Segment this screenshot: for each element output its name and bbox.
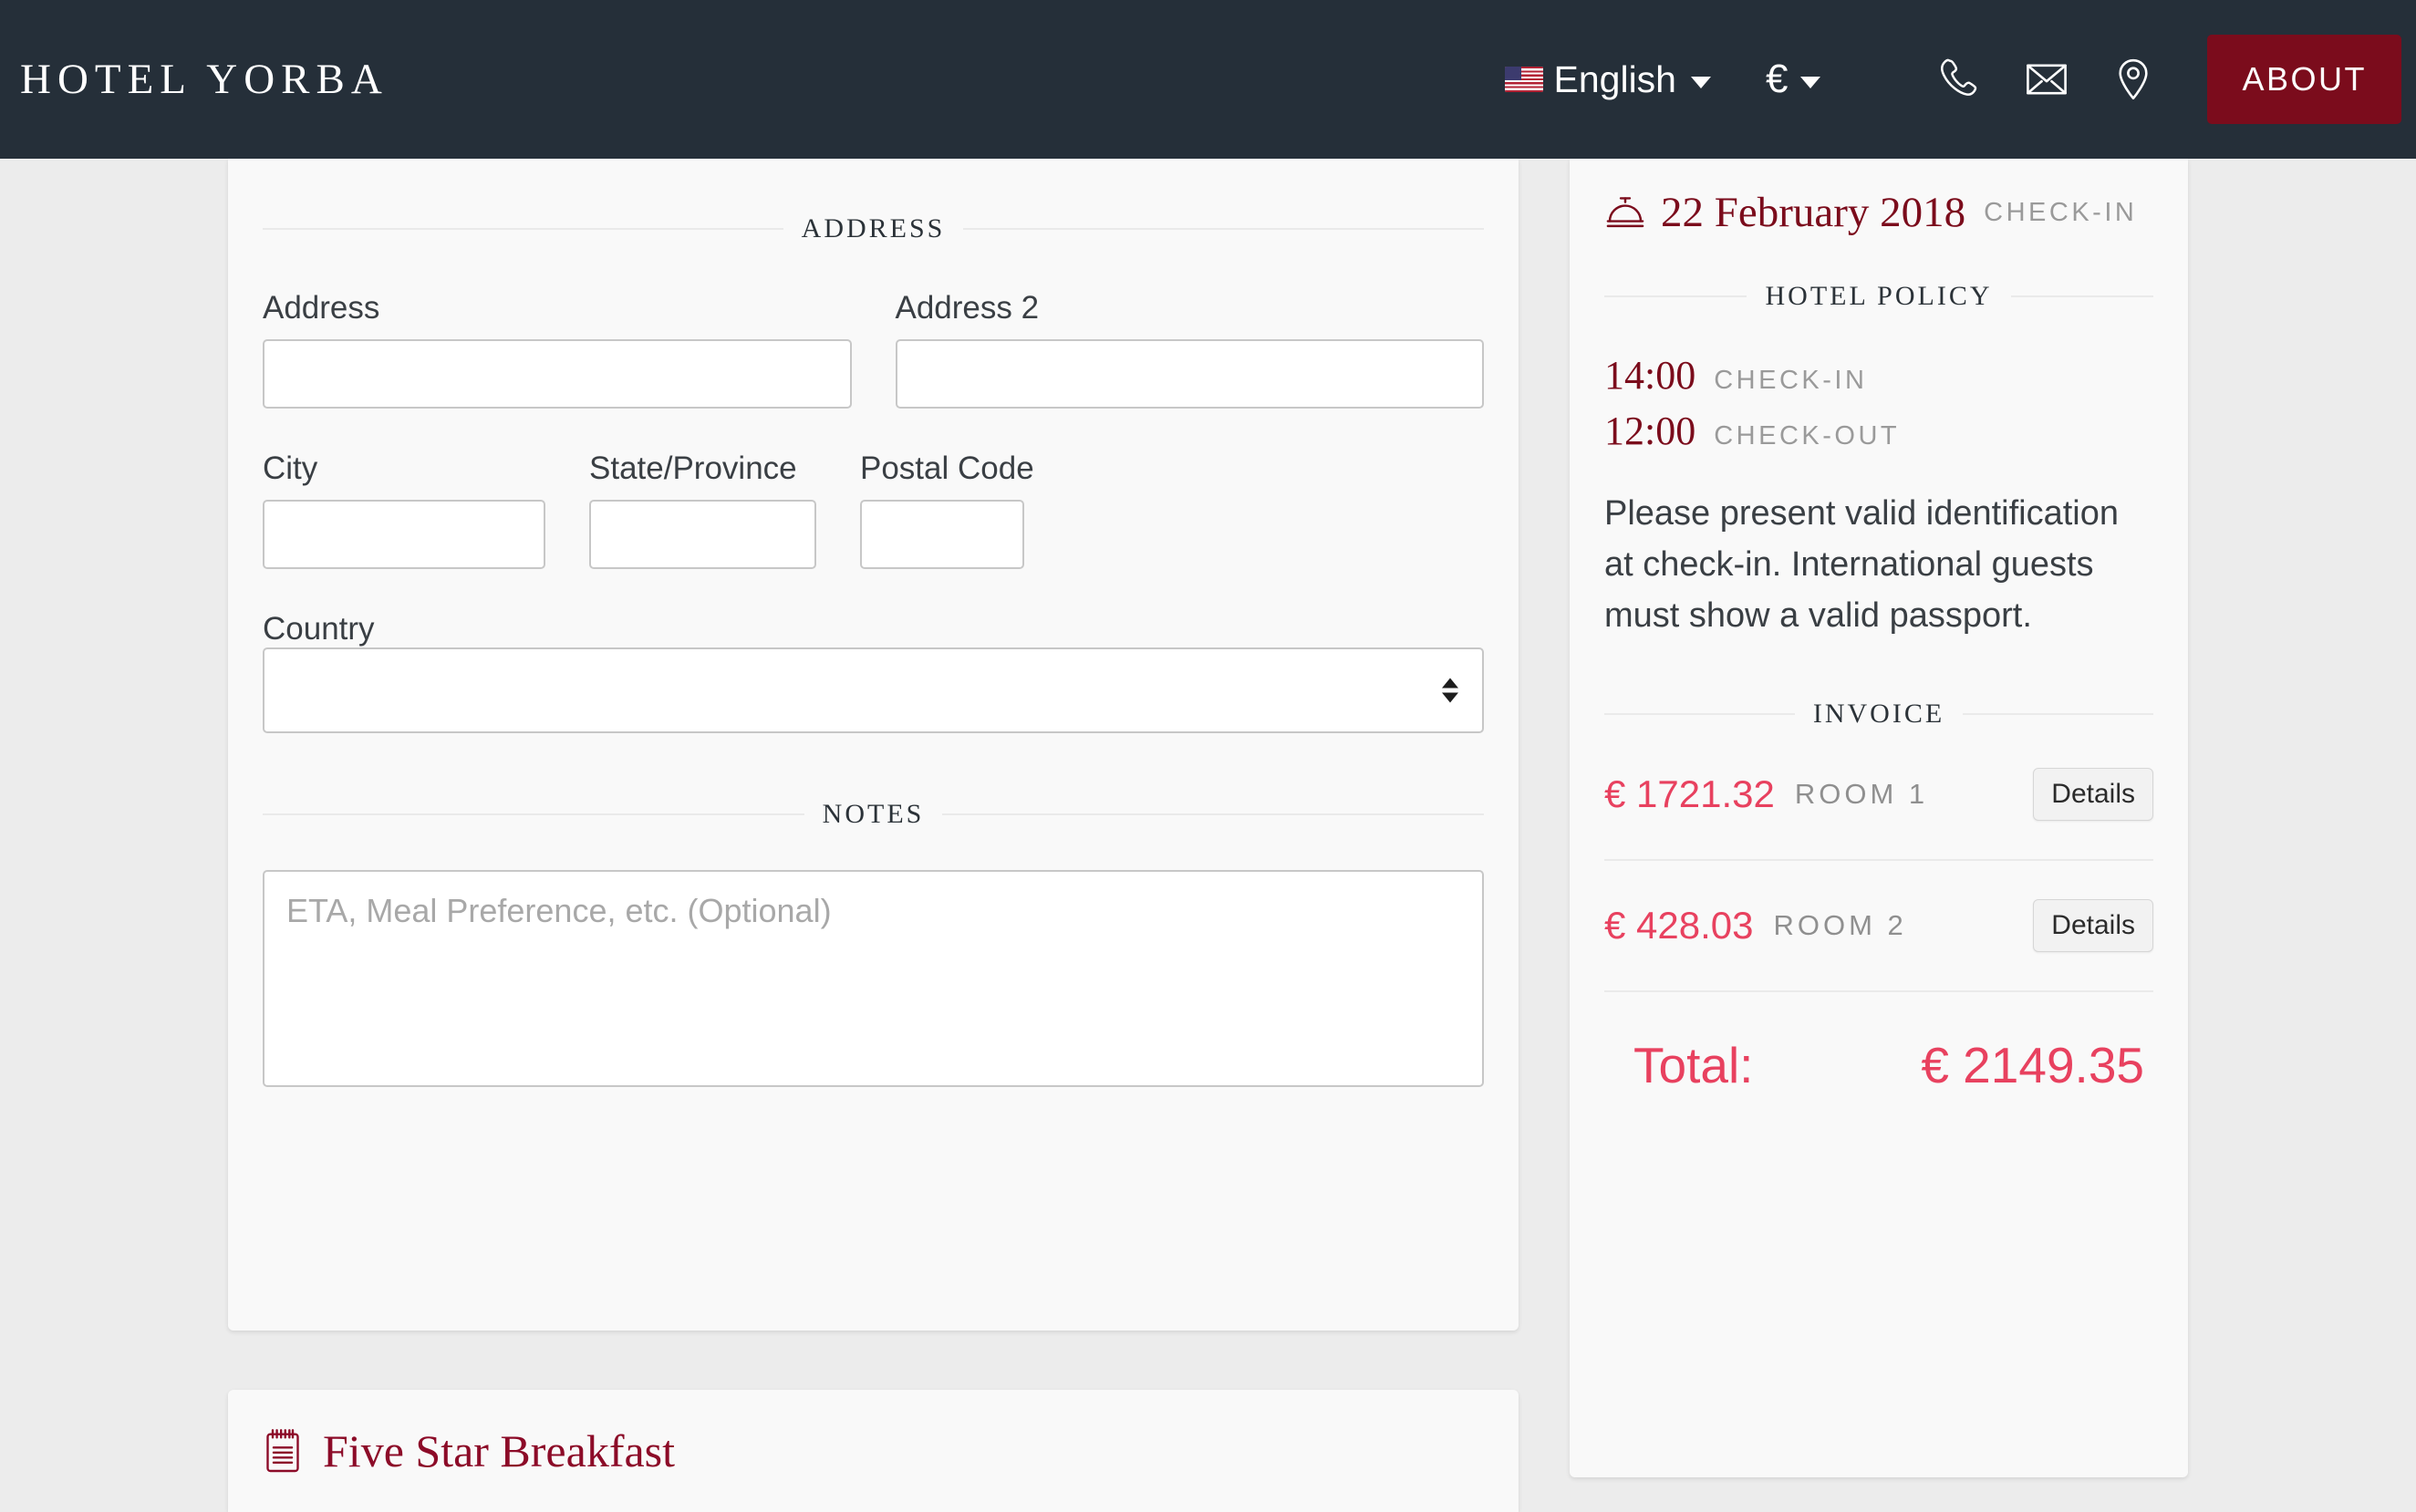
page-body: ADDRESS Address Address 2 City State/Pro… — [0, 159, 2416, 1512]
postal-label: Postal Code — [860, 450, 1034, 486]
state-input[interactable] — [589, 500, 816, 569]
room-2-details-button[interactable]: Details — [2033, 898, 2153, 952]
notes-section-title: NOTES — [822, 799, 925, 829]
left-column: ADDRESS Address Address 2 City State/Pro… — [228, 159, 1519, 1331]
language-selector[interactable]: English — [1504, 57, 1711, 101]
email-link[interactable] — [2003, 56, 2089, 103]
invoice-row: € 428.03 ROOM 2 Details — [1604, 861, 2153, 990]
checkin-date-row: 22 February 2018 CHECK-IN — [1604, 159, 2153, 237]
address2-label: Address 2 — [895, 290, 1040, 326]
invoice-heading: INVOICE — [1604, 699, 2153, 730]
hotel-policy-title: HOTEL POLICY — [1765, 281, 1993, 311]
postal-code-input[interactable] — [860, 500, 1024, 569]
address-section-title: ADDRESS — [801, 213, 946, 243]
state-field-group: State/Province — [589, 450, 816, 569]
checkin-time-tag: CHECK-IN — [1714, 366, 1868, 395]
address-label: Address — [263, 290, 380, 326]
country-field-group: Country — [263, 611, 1484, 733]
address-field-group: Address — [263, 290, 852, 409]
notes-section-heading: NOTES — [263, 799, 1484, 830]
currency-label: € — [1766, 57, 1789, 101]
country-select[interactable] — [263, 647, 1484, 733]
invoice-row: € 1721.32 ROOM 1 Details — [1604, 730, 2153, 859]
notes-textarea[interactable] — [263, 870, 1484, 1087]
location-pin-icon — [2119, 58, 2148, 100]
invoice-title: INVOICE — [1812, 698, 1945, 729]
us-flag-icon — [1504, 67, 1543, 92]
checkin-date: 22 February 2018 — [1661, 189, 1966, 236]
postal-field-group: Postal Code — [860, 450, 1034, 569]
checkin-time: 14:00 — [1604, 353, 1696, 398]
address2-input[interactable] — [895, 339, 1484, 409]
invoice-room-label: ROOM 2 — [1773, 908, 1907, 941]
language-label: English — [1553, 57, 1676, 100]
booking-form-card: ADDRESS Address Address 2 City State/Pro… — [228, 159, 1519, 1331]
breakfast-title: Five Star Breakfast — [323, 1425, 676, 1476]
hotel-policy-text: Please present valid identification at c… — [1604, 494, 2120, 635]
city-field-group: City — [263, 450, 545, 569]
phone-link[interactable] — [1916, 55, 2003, 104]
header-nav: English € ABOUT — [1504, 0, 2416, 159]
checkout-time: 12:00 — [1604, 409, 1696, 453]
location-link[interactable] — [2089, 56, 2176, 103]
hotel-policy-heading: HOTEL POLICY — [1604, 281, 2153, 312]
about-button[interactable]: ABOUT — [2207, 35, 2401, 124]
booking-summary-sidebar: 22 February 2018 CHECK-IN HOTEL POLICY 1… — [1570, 159, 2188, 1477]
country-label: Country — [263, 611, 375, 647]
checkout-time-row: 12:00 CHECK-OUT — [1604, 408, 2153, 454]
checkin-date-tag: CHECK-IN — [1984, 197, 2138, 227]
invoice-total-row: Total: € 2149.35 — [1604, 992, 2153, 1094]
invoice-room-label: ROOM 1 — [1794, 777, 1929, 810]
checkout-time-tag: CHECK-OUT — [1714, 421, 1901, 450]
invoice-price: € 428.03 — [1604, 903, 1754, 947]
site-header: HOTEL YORBA English € ABOUT — [0, 0, 2416, 159]
service-bell-icon — [1606, 197, 1644, 228]
state-label: State/Province — [589, 450, 797, 486]
breakfast-card[interactable]: Five Star Breakfast — [228, 1390, 1519, 1512]
total-value: € 2149.35 — [1921, 1036, 2144, 1093]
notepad-icon — [266, 1429, 299, 1473]
chevron-down-icon — [1800, 76, 1821, 88]
total-label: Total: — [1633, 1036, 1754, 1093]
address2-field-group: Address 2 — [895, 290, 1484, 409]
room-1-details-button[interactable]: Details — [2033, 767, 2153, 821]
invoice-price: € 1721.32 — [1604, 772, 1775, 815]
city-label: City — [263, 450, 318, 486]
site-logo[interactable]: HOTEL YORBA — [20, 55, 389, 104]
address-section-heading: ADDRESS — [263, 213, 1484, 244]
address-input[interactable] — [263, 339, 852, 409]
checkin-time-row: 14:00 CHECK-IN — [1604, 352, 2153, 399]
chevron-down-icon — [1691, 76, 1711, 88]
currency-selector[interactable]: € — [1766, 57, 1821, 102]
phone-icon — [1940, 58, 1977, 96]
city-input[interactable] — [263, 500, 545, 569]
envelope-icon — [2027, 64, 2067, 95]
